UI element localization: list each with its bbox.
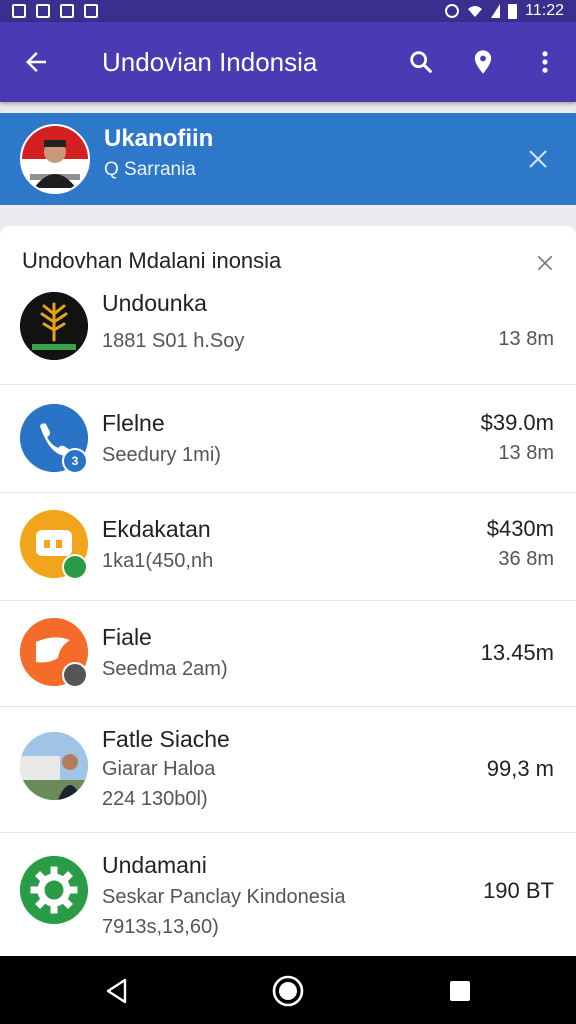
- item-subtitle: 1881 S01 h.Soy: [102, 330, 245, 352]
- close-banner-button[interactable]: [520, 141, 556, 177]
- item-price: $430m: [486, 516, 554, 541]
- nav-home-button[interactable]: [270, 973, 306, 1009]
- gallery-notification-icon: [12, 4, 26, 18]
- triangle-back-icon: [106, 978, 127, 1004]
- item-price: 190 BT: [483, 878, 554, 903]
- close-icon: [537, 255, 553, 271]
- item-subtitle: Seedma 2am): [102, 658, 228, 680]
- more-vert-icon: [542, 51, 548, 73]
- status-dot-icon: [62, 554, 88, 580]
- item-price: 99,3 m: [486, 756, 554, 781]
- item-price: 13.45m: [480, 640, 554, 665]
- sheet-title: Undovhan Mdalani inonsia: [22, 248, 282, 273]
- item-subtitle: 1ka1(450,nh: [102, 550, 214, 572]
- item-subtitle-2: 7913s,13,60): [102, 916, 219, 938]
- nav-recents-button[interactable]: [442, 973, 478, 1009]
- status-bar: 11:22: [0, 0, 576, 22]
- home-circle-icon: [272, 975, 304, 1007]
- item-name: Flelne: [102, 410, 165, 436]
- item-subtitle: Seskar Panclay Kindonesia: [102, 886, 346, 908]
- status-dot-icon: [62, 662, 88, 688]
- clock: 11:22: [525, 2, 564, 19]
- bag-notification-icon: [84, 4, 98, 18]
- list-item[interactable]: Ekdakatan 1ka1(450,nh $430m 36 8m: [0, 492, 576, 601]
- recents-square-icon: [450, 981, 470, 1001]
- more-options-button[interactable]: [514, 22, 576, 102]
- item-meta: 36 8m: [498, 548, 554, 570]
- system-nav-bar: [0, 956, 576, 1024]
- close-sheet-button[interactable]: [530, 248, 560, 278]
- page-title: Undovian Indonsia: [102, 46, 318, 77]
- item-name: Undamani: [102, 852, 207, 878]
- item-name: Fiale: [102, 624, 152, 650]
- item-subtitle: Seedury 1mi): [102, 444, 221, 466]
- item-meta: 13 8m: [498, 328, 554, 350]
- item-meta: 13 8m: [498, 442, 554, 464]
- item-name: Ekdakatan: [102, 516, 211, 542]
- item-avatar: [20, 732, 88, 800]
- nav-back-button[interactable]: [98, 973, 134, 1009]
- battery-icon: [508, 3, 518, 19]
- app-bar: Undovian Indonsia: [0, 22, 576, 102]
- search-button[interactable]: [390, 22, 452, 102]
- item-badge: 3: [62, 448, 88, 474]
- banner-title: Ukanofiin: [104, 125, 214, 152]
- wifi-icon: [468, 6, 483, 17]
- app-notification-icon: [60, 4, 74, 18]
- item-subtitle-2: 224 130b0l): [102, 788, 208, 810]
- signal-icon: [491, 4, 501, 18]
- alarm-icon: [445, 4, 460, 18]
- location-pin-icon: [474, 50, 492, 74]
- item-name: Undounka: [102, 290, 207, 316]
- avatar: [20, 124, 90, 194]
- item-name: Fatle Siache: [102, 726, 230, 752]
- list-item[interactable]: Fiale Seedma 2am) 13.45m: [0, 600, 576, 707]
- image-notification-icon: [36, 4, 50, 18]
- item-avatar: [20, 292, 88, 360]
- close-icon: [529, 150, 547, 168]
- banner-subtitle: Q Sarrania: [104, 159, 196, 180]
- list-item[interactable]: Undamani Seskar Panclay Kindonesia 7913s…: [0, 832, 576, 956]
- list-item[interactable]: Undounka 1881 S01 h.Soy 13 8m: [0, 286, 576, 385]
- search-icon: [410, 51, 432, 73]
- profile-banner[interactable]: Ukanofiin Q Sarrania: [0, 113, 576, 205]
- item-subtitle: Giarar Haloa: [102, 758, 216, 780]
- list-item[interactable]: Fatle Siache Giarar Haloa 224 130b0l) 99…: [0, 706, 576, 833]
- list-item[interactable]: 3 Flelne Seedury 1mi) $39.0m 13 8m: [0, 384, 576, 493]
- results-sheet: Undovhan Mdalani inonsia Undounka 1881 S…: [0, 226, 576, 956]
- item-price: $39.0m: [480, 410, 554, 435]
- back-button[interactable]: [0, 22, 72, 102]
- arrow-back-icon: [26, 52, 46, 72]
- item-avatar: [20, 856, 88, 924]
- location-button[interactable]: [452, 22, 514, 102]
